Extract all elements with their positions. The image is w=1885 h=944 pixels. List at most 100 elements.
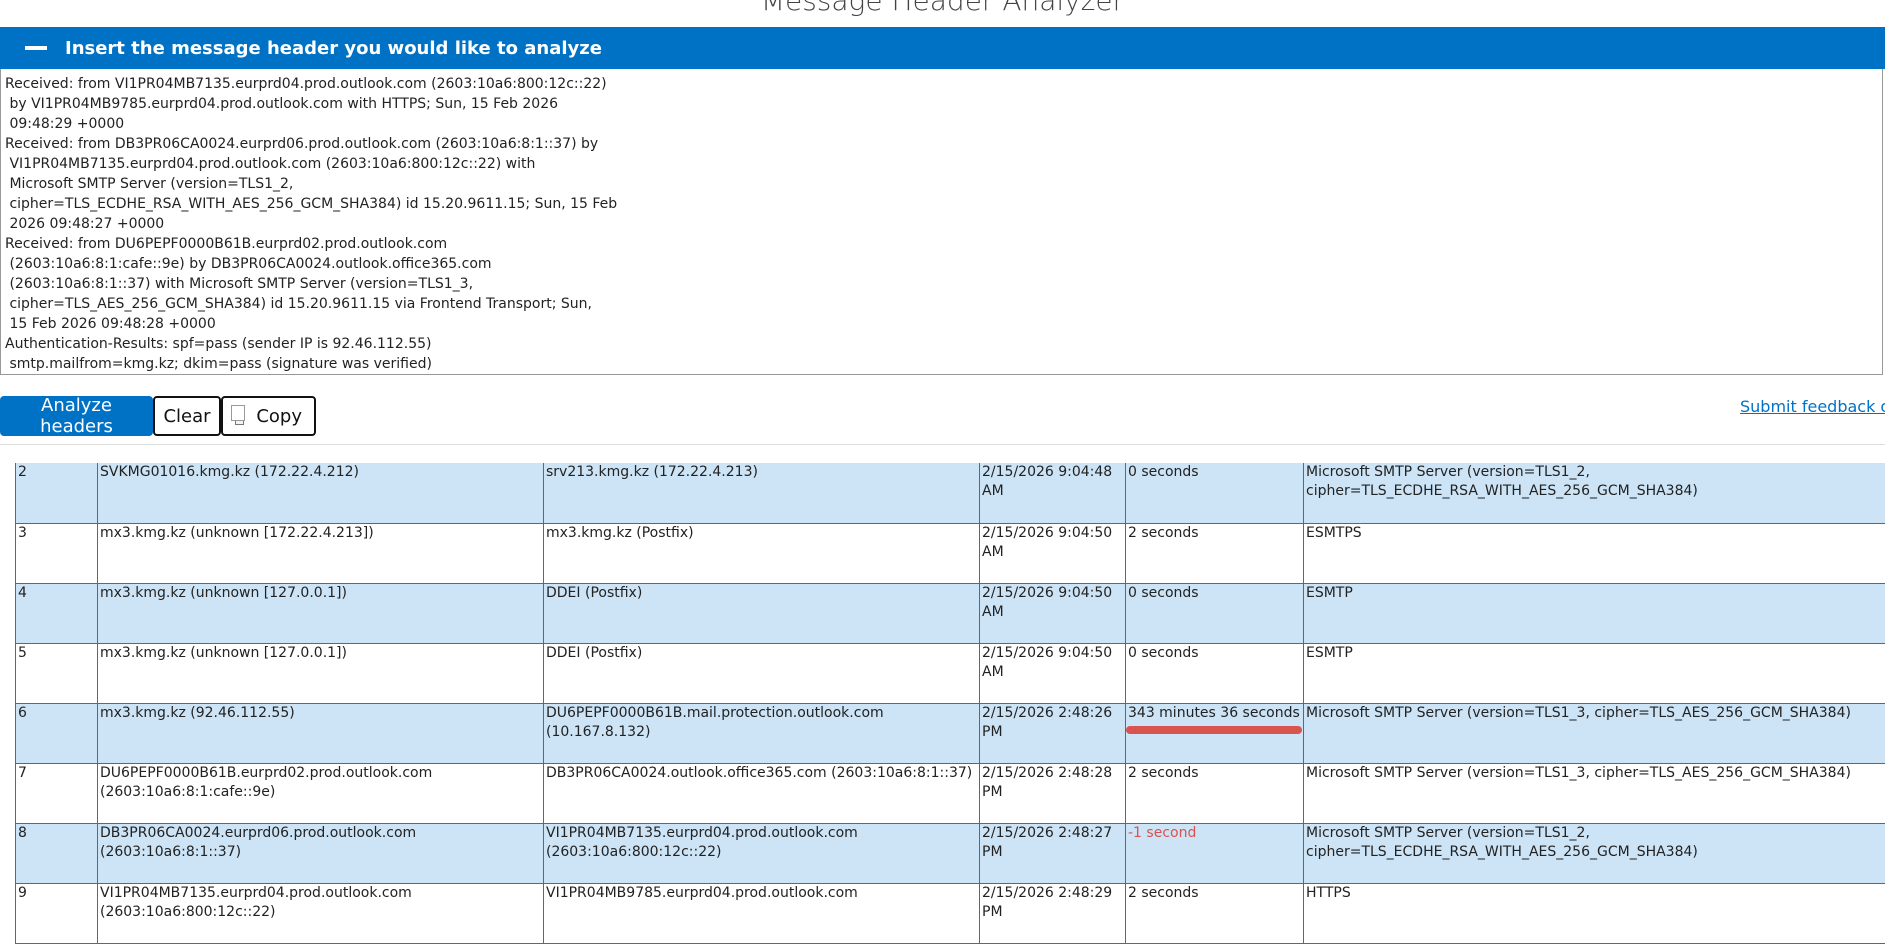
analyze-headers-button[interactable]: Analyze headers bbox=[0, 395, 153, 437]
hop-delay-cell: 0 seconds bbox=[1125, 463, 1304, 524]
delay-bar bbox=[1126, 725, 1302, 734]
hop-from-text: mx3.kmg.kz (unknown [127.0.0.1]) bbox=[100, 644, 347, 661]
hop-with-text: ESMTP bbox=[1306, 644, 1353, 661]
hop-by-text: DDEI (Postfix) bbox=[546, 584, 643, 601]
hop-from-text: SVKMG01016.kmg.kz (172.22.4.212) bbox=[100, 464, 359, 480]
hop-delay-text: 0 seconds bbox=[1128, 584, 1199, 601]
hop-with-text: Microsoft SMTP Server (version=TLS1_3, c… bbox=[1306, 764, 1851, 781]
hop-hop-text: 8 bbox=[18, 824, 27, 841]
hop-by-text: DB3PR06CA0024.outlook.office365.com (260… bbox=[546, 764, 973, 781]
section-header[interactable]: Insert the message header you would like… bbox=[0, 27, 1885, 69]
hop-with-cell: Microsoft SMTP Server (version=TLS1_3, c… bbox=[1303, 702, 1885, 764]
hop-time-text: 2/15/2026 2:48:26 PM bbox=[982, 704, 1113, 740]
hop-from-text: DB3PR06CA0024.eurprd06.prod.outlook.com … bbox=[100, 824, 417, 860]
hop-with-text: Microsoft SMTP Server (version=TLS1_2, c… bbox=[1306, 824, 1698, 860]
header-input[interactable]: Received: from VI1PR04MB7135.eurprd04.pr… bbox=[0, 69, 1883, 375]
hop-by-text: DDEI (Postfix) bbox=[546, 644, 643, 661]
hop-with-cell: Microsoft SMTP Server (version=TLS1_2, c… bbox=[1303, 463, 1885, 524]
hop-hop-cell: 2 bbox=[15, 463, 98, 524]
hop-by-cell: DB3PR06CA0024.outlook.office365.com (260… bbox=[543, 762, 980, 824]
hop-by-cell: DDEI (Postfix) bbox=[543, 642, 980, 704]
hop-by-text: mx3.kmg.kz (Postfix) bbox=[546, 524, 694, 541]
hop-by-cell: DDEI (Postfix) bbox=[543, 582, 980, 644]
hop-hop-cell: 6 bbox=[15, 702, 98, 764]
table-row: 6 mx3.kmg.kz (92.46.112.55) DU6PEPF0000B61… bbox=[15, 702, 1885, 764]
hop-hop-cell: 3 bbox=[15, 522, 98, 584]
hop-with-text: ESMTP bbox=[1306, 584, 1353, 601]
hop-from-text: mx3.kmg.kz (92.46.112.55) bbox=[100, 704, 295, 721]
hop-time-cell: 2/15/2026 2:48:27 PM bbox=[979, 822, 1126, 884]
hop-hop-text: 6 bbox=[18, 704, 27, 721]
hop-with-cell: HTTPS bbox=[1303, 882, 1885, 944]
hop-by-cell: DU6PEPF0000B61B.mail.protection.outlook.… bbox=[543, 702, 980, 764]
hop-with-cell: Microsoft SMTP Server (version=TLS1_3, c… bbox=[1303, 762, 1885, 824]
table-row: 7 DU6PEPF0000B61B.eurprd02.prod.outlook.c… bbox=[15, 762, 1885, 824]
table-row: 9 VI1PR04MB7135.eurprd04.prod.outlook.com… bbox=[15, 882, 1885, 944]
hops-table: 2 SVKMG01016.kmg.kz (172.22.4.212) srv213.… bbox=[15, 463, 1885, 944]
hop-delay-cell: 0 seconds bbox=[1125, 642, 1304, 704]
hop-delay-cell: -1 second bbox=[1125, 822, 1304, 884]
section-title: Insert the message header you would like… bbox=[65, 37, 602, 59]
hop-from-text: mx3.kmg.kz (unknown [127.0.0.1]) bbox=[100, 584, 347, 601]
copy-button-label: Copy bbox=[256, 405, 302, 427]
hop-delay-cell: 343 minutes 36 seconds bbox=[1125, 702, 1304, 764]
table-row: 8 DB3PR06CA0024.eurprd06.prod.outlook.com… bbox=[15, 822, 1885, 884]
hop-time-text: 2/15/2026 2:48:27 PM bbox=[982, 824, 1113, 860]
hop-time-text: 2/15/2026 9:04:50 AM bbox=[982, 584, 1113, 620]
hop-from-cell: DB3PR06CA0024.eurprd06.prod.outlook.com … bbox=[97, 822, 544, 884]
hop-hop-text: 2 bbox=[18, 464, 27, 480]
hop-from-cell: SVKMG01016.kmg.kz (172.22.4.212) bbox=[97, 463, 544, 524]
table-row: 5 mx3.kmg.kz (unknown [127.0.0.1]) DDEI (P… bbox=[15, 642, 1885, 704]
hop-hop-cell: 8 bbox=[15, 822, 98, 884]
hop-time-cell: 2/15/2026 9:04:50 AM bbox=[979, 522, 1126, 584]
hop-by-cell: srv213.kmg.kz (172.22.4.213) bbox=[543, 463, 980, 524]
hop-with-cell: ESMTPS bbox=[1303, 522, 1885, 584]
table-row: 2 SVKMG01016.kmg.kz (172.22.4.212) srv213.… bbox=[15, 463, 1885, 524]
hop-by-text: VI1PR04MB7135.eurprd04.prod.outlook.com … bbox=[546, 824, 858, 860]
submit-feedback-link[interactable]: Submit feedback on g bbox=[1740, 397, 1885, 416]
hop-time-text: 2/15/2026 9:04:50 AM bbox=[982, 644, 1113, 680]
hop-from-cell: VI1PR04MB7135.eurprd04.prod.outlook.com … bbox=[97, 882, 544, 944]
hop-with-text: Microsoft SMTP Server (version=TLS1_3, c… bbox=[1306, 704, 1851, 721]
hop-time-cell: 2/15/2026 2:48:29 PM bbox=[979, 882, 1126, 944]
hop-delay-text: 2 seconds bbox=[1128, 524, 1199, 541]
hop-delay-text: 2 seconds bbox=[1128, 764, 1199, 781]
hop-hop-text: 5 bbox=[18, 644, 27, 661]
hop-with-cell: Microsoft SMTP Server (version=TLS1_2, c… bbox=[1303, 822, 1885, 884]
hop-hop-cell: 5 bbox=[15, 642, 98, 704]
copy-button[interactable]: Copy bbox=[221, 396, 316, 436]
hop-by-cell: mx3.kmg.kz (Postfix) bbox=[543, 522, 980, 584]
hop-from-cell: mx3.kmg.kz (unknown [127.0.0.1]) bbox=[97, 642, 544, 704]
hop-with-text: Microsoft SMTP Server (version=TLS1_2, c… bbox=[1306, 464, 1698, 499]
hop-time-text: 2/15/2026 9:04:48 AM bbox=[982, 464, 1113, 499]
hop-from-text: VI1PR04MB7135.eurprd04.prod.outlook.com … bbox=[100, 884, 412, 920]
hop-from-text: mx3.kmg.kz (unknown [172.22.4.213]) bbox=[100, 524, 374, 541]
hop-time-cell: 2/15/2026 9:04:50 AM bbox=[979, 582, 1126, 644]
hop-from-text: DU6PEPF0000B61B.eurprd02.prod.outlook.co… bbox=[100, 764, 433, 800]
hop-hop-text: 3 bbox=[18, 524, 27, 541]
hop-from-cell: mx3.kmg.kz (unknown [127.0.0.1]) bbox=[97, 582, 544, 644]
hop-by-text: srv213.kmg.kz (172.22.4.213) bbox=[546, 464, 758, 480]
hop-hop-cell: 7 bbox=[15, 762, 98, 824]
hop-from-cell: DU6PEPF0000B61B.eurprd02.prod.outlook.co… bbox=[97, 762, 544, 824]
hop-delay-text: 2 seconds bbox=[1128, 884, 1199, 901]
hop-by-text: VI1PR04MB9785.eurprd04.prod.outlook.com bbox=[546, 884, 858, 901]
hop-delay-cell: 2 seconds bbox=[1125, 762, 1304, 824]
hop-hop-cell: 4 bbox=[15, 582, 98, 644]
hop-with-cell: ESMTP bbox=[1303, 582, 1885, 644]
hop-by-cell: VI1PR04MB7135.eurprd04.prod.outlook.com … bbox=[543, 822, 980, 884]
hop-hop-text: 9 bbox=[18, 884, 27, 901]
copy-icon bbox=[230, 404, 246, 425]
hop-time-cell: 2/15/2026 9:04:48 AM bbox=[979, 463, 1126, 524]
hop-time-text: 2/15/2026 2:48:29 PM bbox=[982, 884, 1113, 920]
divider bbox=[0, 444, 1885, 445]
toolbar: Analyze headers Clear Copy bbox=[0, 395, 316, 437]
hop-from-cell: mx3.kmg.kz (92.46.112.55) bbox=[97, 702, 544, 764]
collapse-icon[interactable] bbox=[25, 46, 47, 50]
hop-time-text: 2/15/2026 9:04:50 AM bbox=[982, 524, 1113, 560]
clear-button[interactable]: Clear bbox=[153, 396, 221, 436]
hop-time-text: 2/15/2026 2:48:28 PM bbox=[982, 764, 1113, 800]
hop-from-cell: mx3.kmg.kz (unknown [172.22.4.213]) bbox=[97, 522, 544, 584]
hop-with-cell: ESMTP bbox=[1303, 642, 1885, 704]
hop-time-cell: 2/15/2026 2:48:26 PM bbox=[979, 702, 1126, 764]
